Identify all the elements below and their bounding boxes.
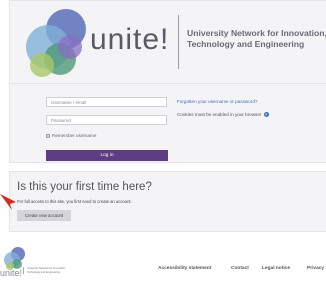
red-arrow-icon <box>0 194 16 210</box>
remember-label: Remember username <box>52 133 97 138</box>
unite-logo-icon <box>26 9 86 77</box>
logo-divider <box>178 15 179 69</box>
cookie-notice: Cookies must be enabled in your browser … <box>177 112 269 117</box>
login-card: unite! University Network for Innovation… <box>9 0 326 163</box>
password-input[interactable] <box>46 115 167 125</box>
brand-wordmark: unite! <box>90 23 170 56</box>
card-divider <box>10 83 326 84</box>
first-time-text: For full access to this site, you first … <box>17 199 132 204</box>
remember-checkbox[interactable] <box>46 133 50 138</box>
question-circle-icon[interactable]: ? <box>263 112 269 117</box>
forgot-password-link[interactable]: Forgotten your username or password? <box>177 99 257 104</box>
cookie-note-text: Cookies must be enabled in your browser <box>177 112 262 117</box>
remember-username[interactable]: Remember username <box>46 133 96 138</box>
footer-wordmark: unite! <box>0 268 23 278</box>
first-time-card: Is this your first time here? For full a… <box>9 171 326 232</box>
brand-tagline: University Network for Innovation, Techn… <box>187 28 326 49</box>
footer-link-legal[interactable]: Legal notice <box>262 266 290 271</box>
footer-link-accessibility[interactable]: Accessibility statement <box>158 266 211 271</box>
footer-link-privacy[interactable]: Privacy <box>307 266 324 271</box>
footer-link-contact[interactable]: Contact <box>231 266 249 271</box>
first-time-title: Is this your first time here? <box>17 181 152 193</box>
login-button[interactable]: Log in <box>46 150 168 161</box>
create-account-button[interactable]: Create new account <box>17 210 71 221</box>
username-input[interactable] <box>46 97 167 107</box>
footer-tagline: University Network for Innovation, Techn… <box>23 267 77 275</box>
